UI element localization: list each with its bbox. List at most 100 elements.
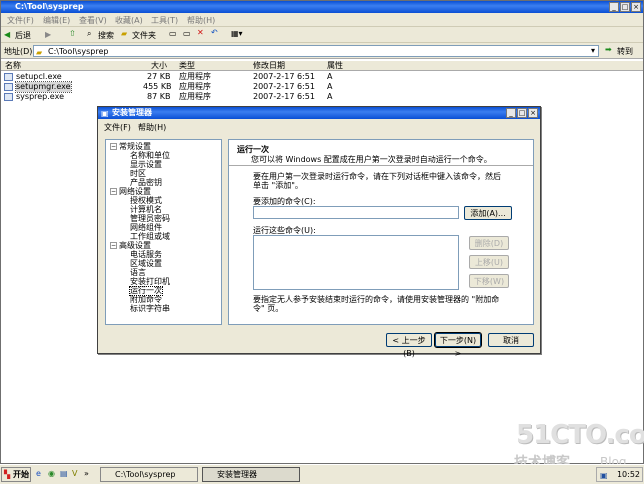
tree-node-general[interactable]: 常规设置 bbox=[119, 143, 151, 151]
search-button[interactable]: 搜索 bbox=[98, 30, 114, 41]
tree-node-identification-string[interactable]: 标识字符串 bbox=[130, 305, 170, 313]
command-list[interactable] bbox=[253, 235, 459, 290]
go-button[interactable]: 转到 bbox=[617, 46, 633, 57]
add-button[interactable]: 添加(A)... bbox=[464, 206, 512, 220]
dialog-close-button[interactable]: × bbox=[528, 108, 538, 118]
forward-arrow-icon[interactable]: ▶ bbox=[45, 30, 51, 39]
maximize-button[interactable]: □ bbox=[620, 2, 630, 12]
move-down-button[interactable]: 下移(W) bbox=[469, 274, 509, 288]
dialog-minimize-button[interactable]: _ bbox=[506, 108, 516, 118]
system-tray: ▣ 10:52 bbox=[596, 467, 643, 482]
column-size[interactable]: 大小 bbox=[151, 62, 167, 70]
tree-node-name-org[interactable]: 名称和单位 bbox=[130, 152, 170, 160]
column-date[interactable]: 修改日期 bbox=[253, 62, 285, 70]
menu-view[interactable]: 查看(V) bbox=[79, 15, 107, 26]
file-name: sysprep.exe bbox=[16, 92, 64, 101]
search-icon: ⌕ bbox=[87, 29, 92, 38]
menu-tools[interactable]: 工具(T) bbox=[151, 15, 178, 26]
ie-icon[interactable]: e bbox=[36, 469, 41, 478]
back-button[interactable]: < 上一步(B) bbox=[386, 333, 432, 358]
views-icon[interactable]: ▦▾ bbox=[231, 29, 243, 38]
delete-button[interactable]: 删除(D) bbox=[469, 236, 509, 250]
desktop-icon[interactable]: ▤ bbox=[60, 469, 68, 478]
tree-node-printers[interactable]: 安装打印机 bbox=[130, 278, 170, 286]
undo-icon[interactable]: ↶ bbox=[211, 28, 218, 37]
collapse-box-icon[interactable]: − bbox=[110, 188, 117, 195]
tree-node-network[interactable]: 网络设置 bbox=[119, 188, 151, 196]
dialog-maximize-button[interactable]: □ bbox=[517, 108, 527, 118]
back-button[interactable]: 后退 bbox=[15, 30, 31, 41]
exe-file-icon bbox=[4, 83, 13, 91]
clock[interactable]: 10:52 bbox=[617, 470, 640, 479]
column-type[interactable]: 类型 bbox=[179, 62, 195, 70]
minimize-button[interactable]: _ bbox=[609, 2, 619, 12]
tree-node-workgroup-domain[interactable]: 工作组或域 bbox=[130, 233, 170, 241]
chevron-down-icon[interactable]: ▾ bbox=[591, 46, 595, 55]
explorer-menu-bar: 文件(F) 编辑(E) 查看(V) 收藏(A) 工具(T) 帮助(H) bbox=[1, 13, 643, 27]
tree-node-run-once[interactable]: 运行一次 bbox=[129, 286, 163, 296]
quick-launch-icon[interactable]: ◉ bbox=[48, 469, 55, 478]
chevron-icon[interactable]: » bbox=[84, 469, 89, 478]
address-input[interactable]: ▰ C:\Tool\sysprep bbox=[33, 45, 599, 57]
move-to-icon[interactable]: ▭ bbox=[169, 29, 177, 38]
back-arrow-icon: ◀ bbox=[4, 30, 11, 39]
file-type: 应用程序 bbox=[179, 82, 211, 91]
menu-edit[interactable]: 编辑(E) bbox=[43, 15, 70, 26]
explorer-title-bar[interactable]: C:\Tool\sysprep bbox=[1, 1, 643, 13]
menu-file[interactable]: 文件(F) bbox=[7, 15, 34, 26]
file-name: setupcl.exe bbox=[16, 72, 62, 81]
tree-node-languages[interactable]: 语言 bbox=[130, 269, 146, 277]
vs-icon[interactable]: V bbox=[72, 469, 77, 478]
taskbar: ▚ 开始 e ◉ ▤ V » C:\Tool\sysprep 安装管理器 ▣ 1… bbox=[0, 464, 644, 484]
collapse-box-icon[interactable]: − bbox=[110, 242, 117, 249]
address-label: 地址(D) bbox=[4, 47, 33, 56]
dialog-title-bar[interactable]: ▣ 安装管理器 bbox=[98, 107, 540, 119]
tree-node-timezone[interactable]: 时区 bbox=[130, 170, 146, 178]
go-arrow-icon[interactable]: ➡ bbox=[605, 45, 612, 54]
file-attr: A bbox=[327, 92, 333, 101]
up-folder-icon[interactable]: ⇧ bbox=[69, 29, 76, 38]
file-row[interactable]: sysprep.exe 87 KB 应用程序 2007-2-17 6:51 A bbox=[1, 92, 401, 102]
copy-to-icon[interactable]: ▭ bbox=[183, 29, 191, 38]
tree-node-licensing[interactable]: 授权模式 bbox=[130, 197, 162, 205]
column-attr[interactable]: 属性 bbox=[327, 62, 343, 70]
dialog-menu-file[interactable]: 文件(F) bbox=[104, 122, 131, 133]
tree-node-regional[interactable]: 区域设置 bbox=[130, 260, 162, 268]
address-bar: 地址(D) ▰ C:\Tool\sysprep ▾ ➡ 转到 bbox=[1, 43, 643, 59]
setup-manager-dialog: ▣ 安装管理器 _ □ × 文件(F) 帮助(H) − 常规设置 名称和单位 显… bbox=[97, 106, 541, 358]
file-row[interactable]: setupmgr.exe 455 KB 应用程序 2007-2-17 6:51 … bbox=[1, 81, 401, 93]
settings-tree: − 常规设置 名称和单位 显示设置 时区 产品密钥 − 网络设置 授权模式 计算… bbox=[105, 139, 222, 325]
tree-node-additional-commands[interactable]: 附加命令 bbox=[130, 296, 162, 304]
column-name[interactable]: 名称 bbox=[5, 62, 21, 70]
delete-icon[interactable]: ✕ bbox=[197, 28, 204, 37]
collapse-box-icon[interactable]: − bbox=[110, 143, 117, 150]
menu-favorites[interactable]: 收藏(A) bbox=[115, 15, 143, 26]
taskbar-item-explorer[interactable]: C:\Tool\sysprep bbox=[100, 467, 198, 482]
start-button[interactable]: ▚ 开始 bbox=[1, 467, 31, 482]
folders-button[interactable]: 文件夹 bbox=[132, 30, 156, 41]
explorer-toolbar: ◀ 后退 ▶ ⇧ ⌕ 搜索 ▰ 文件夹 ▭ ▭ ✕ ↶ ▦▾ bbox=[1, 27, 643, 43]
dialog-menu-help[interactable]: 帮助(H) bbox=[138, 122, 166, 133]
run-once-panel: 运行一次 您可以将 Windows 配置成在用户第一次登录时自动运行一个命令。 … bbox=[228, 139, 534, 325]
next-button[interactable]: 下一步(N) > bbox=[434, 332, 482, 358]
network-icon[interactable]: ▣ bbox=[600, 469, 608, 482]
exe-file-icon bbox=[4, 73, 13, 81]
file-row[interactable]: setupcl.exe 27 KB 应用程序 2007-2-17 6:51 A bbox=[1, 72, 401, 82]
file-date: 2007-2-17 6:51 bbox=[253, 82, 315, 91]
file-size: 87 KB bbox=[147, 92, 171, 101]
tree-node-network-components[interactable]: 网络组件 bbox=[130, 224, 162, 232]
tree-node-computer-name[interactable]: 计算机名 bbox=[130, 206, 162, 214]
cancel-button[interactable]: 取消 bbox=[488, 333, 534, 347]
dialog-menu-bar: 文件(F) 帮助(H) bbox=[98, 119, 540, 133]
tree-node-telephony[interactable]: 电话服务 bbox=[130, 251, 162, 259]
tree-node-advanced[interactable]: 高级设置 bbox=[119, 242, 151, 250]
move-up-button[interactable]: 上移(U) bbox=[469, 255, 509, 269]
tree-node-product-key[interactable]: 产品密钥 bbox=[130, 179, 162, 187]
close-button[interactable]: × bbox=[631, 2, 641, 12]
taskbar-item-setup-manager[interactable]: 安装管理器 bbox=[202, 467, 300, 482]
file-date: 2007-2-17 6:51 bbox=[253, 72, 315, 81]
tree-node-admin-password[interactable]: 管理员密码 bbox=[130, 215, 170, 223]
menu-help[interactable]: 帮助(H) bbox=[187, 15, 215, 26]
tree-node-display[interactable]: 显示设置 bbox=[130, 161, 162, 169]
command-input[interactable] bbox=[253, 206, 459, 219]
